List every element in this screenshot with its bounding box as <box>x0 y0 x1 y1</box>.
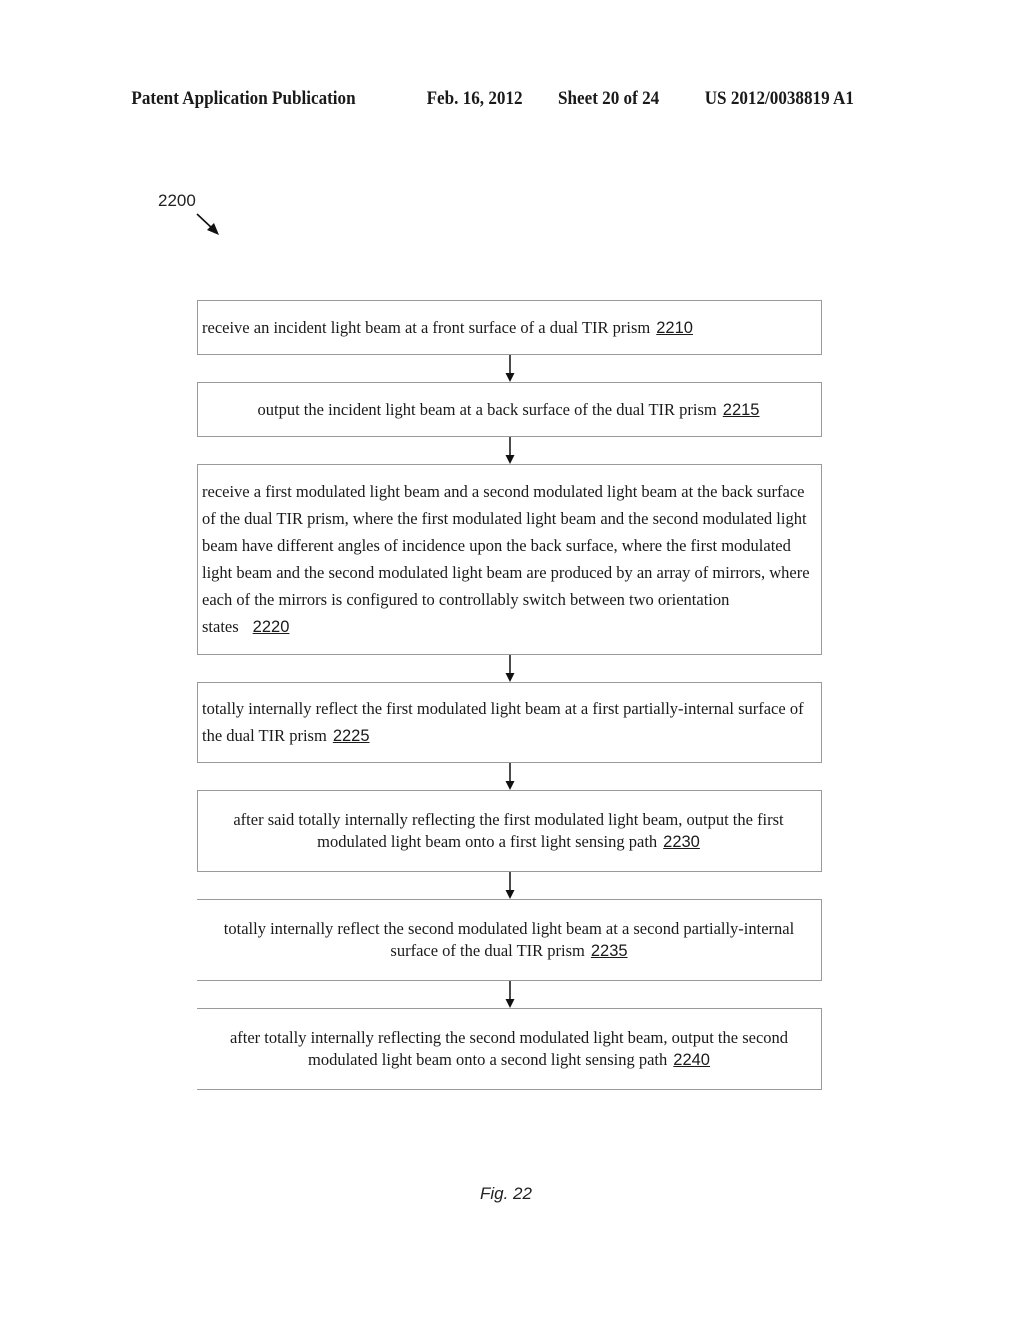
flow-arrow-icon <box>505 355 515 382</box>
flow-arrow-icon <box>505 763 515 790</box>
step-ref: 2230 <box>663 833 700 851</box>
figure-reference-label: 2200 <box>158 191 196 210</box>
flow-step-2225: totally internally reflect the first mod… <box>197 682 822 763</box>
reference-arrow-icon <box>196 213 219 235</box>
step-text: receive a first modulated light beam and… <box>202 482 810 636</box>
step-ref: 2215 <box>722 400 760 419</box>
step-ref: 2240 <box>673 1051 710 1069</box>
step-text: output the incident light beam at a back… <box>257 399 717 419</box>
step-text: totally internally reflect the second mo… <box>223 919 795 960</box>
sheet-number: Sheet 20 of 24 <box>558 88 660 109</box>
publication-date: Feb. 16, 2012 <box>426 88 523 109</box>
flow-arrow-icon <box>505 981 515 1008</box>
patent-number: US 2012/0038819 A1 <box>704 88 854 109</box>
step-text: receive an incident light beam at a fron… <box>202 317 651 337</box>
step-ref: 2220 <box>252 618 290 636</box>
patent-header: Patent Application Publication Feb. 16, … <box>0 88 922 114</box>
step-ref: 2235 <box>590 942 628 960</box>
step-text: totally internally reflect the first mod… <box>202 699 804 745</box>
flow-step-2220: receive a first modulated light beam and… <box>197 464 822 655</box>
flow-step-2235: totally internally reflect the second mo… <box>197 899 822 981</box>
flow-arrow-icon <box>505 437 515 464</box>
flow-step-2215: output the incident light beam at a back… <box>197 382 822 437</box>
step-ref: 2225 <box>332 727 370 745</box>
flow-step-2230: after said totally internally reflecting… <box>197 790 822 872</box>
flow-step-2240: after totally internally reflecting the … <box>197 1008 822 1090</box>
step-text: after said totally internally reflecting… <box>233 810 784 851</box>
step-ref: 2210 <box>656 318 693 337</box>
flow-arrow-icon <box>505 872 515 899</box>
publication-title: Patent Application Publication <box>131 88 356 109</box>
figure-caption: Fig. 22 <box>480 1184 532 1203</box>
flow-step-2210: receive an incident light beam at a fron… <box>197 300 822 355</box>
flow-arrow-icon <box>505 655 515 682</box>
